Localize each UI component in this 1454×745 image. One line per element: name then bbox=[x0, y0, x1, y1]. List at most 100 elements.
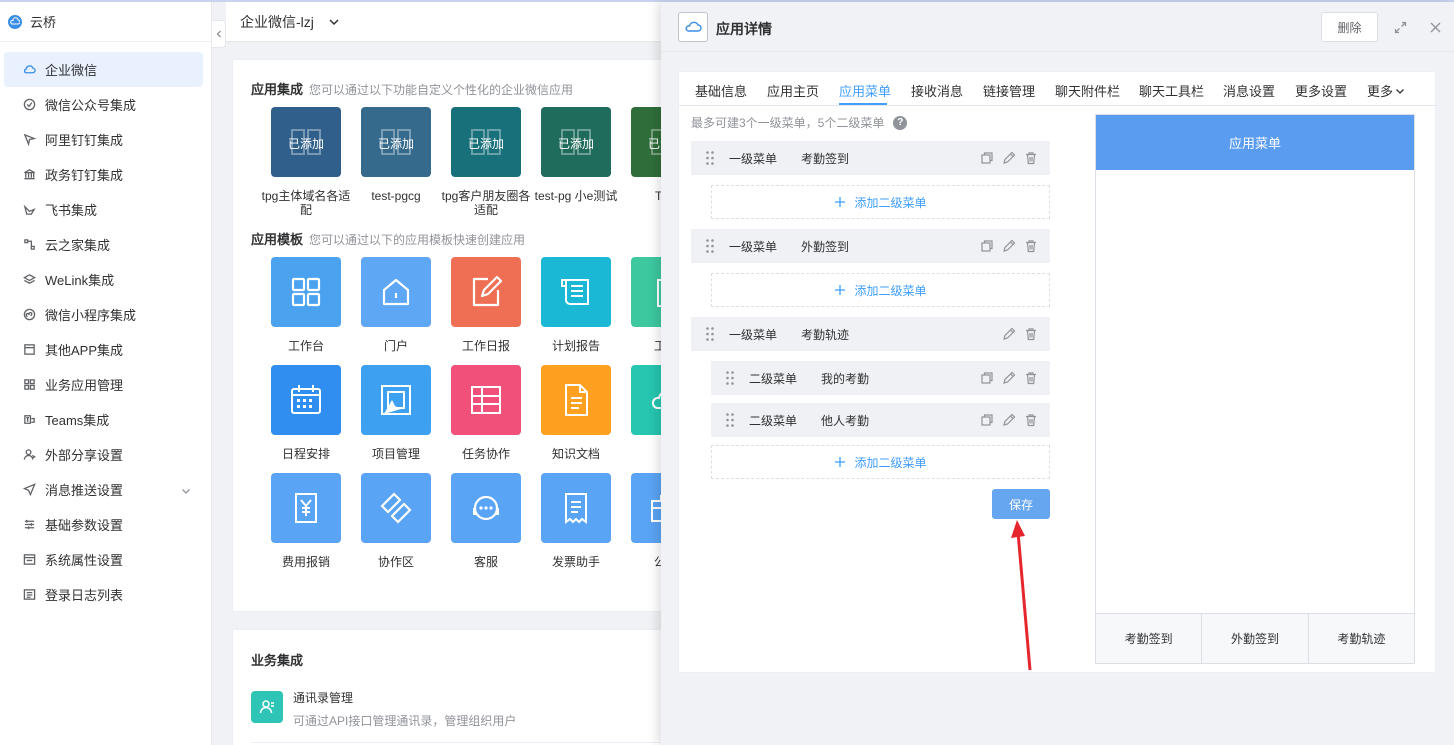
drag-handle-icon[interactable] bbox=[705, 238, 715, 254]
menu-level-label: 二级菜单 bbox=[749, 413, 798, 428]
template-plan-report[interactable]: 计划报告 bbox=[531, 257, 621, 353]
tab-chat-attachment-bar[interactable]: 聊天附件栏 bbox=[1055, 81, 1120, 100]
edit-icon[interactable] bbox=[1002, 371, 1016, 385]
sidebar-item-dingtalk[interactable]: 阿里钉钉集成 bbox=[0, 122, 211, 157]
tab-chat-toolbar[interactable]: 聊天工具栏 bbox=[1139, 81, 1204, 100]
dingtalk-icon bbox=[22, 133, 36, 147]
menu-row-level1[interactable]: 一级菜单 考勤签到 bbox=[691, 141, 1050, 175]
template-workbench[interactable]: 工作台 bbox=[261, 257, 351, 353]
copy-icon[interactable] bbox=[980, 239, 994, 253]
drag-handle-icon[interactable] bbox=[705, 326, 715, 342]
tab-link-management[interactable]: 链接管理 bbox=[983, 81, 1035, 100]
tab-more-settings[interactable]: 更多设置 bbox=[1295, 81, 1347, 100]
template-project[interactable]: 项目管理 bbox=[351, 365, 441, 461]
tab-app-menu[interactable]: 应用菜单 bbox=[839, 81, 891, 100]
copy-icon[interactable] bbox=[980, 413, 994, 427]
integrated-app-tile[interactable]: 已添加 tpg主体域名各适配 bbox=[261, 107, 351, 217]
yunzhijia-icon bbox=[22, 238, 36, 252]
app-tile: 已添加 bbox=[541, 107, 611, 177]
business-item-name[interactable]: 通讯录管理 bbox=[293, 689, 353, 706]
sidebar-item-external-share[interactable]: 外部分享设置 bbox=[0, 437, 211, 472]
sidebar-item-basic-params[interactable]: 基础参数设置 bbox=[0, 507, 211, 542]
integrated-app-tile[interactable]: 已添加 tpg客户朋友圈各适配 bbox=[441, 107, 531, 217]
corp-selector-label[interactable]: 企业微信-lzj bbox=[240, 12, 314, 32]
sidebar-item-teams[interactable]: Teams集成 bbox=[0, 402, 211, 437]
sidebar-item-business-apps[interactable]: 业务应用管理 bbox=[0, 367, 211, 402]
sidebar-item-feishu[interactable]: 飞书集成 bbox=[0, 192, 211, 227]
sidebar-item-yunzhijia[interactable]: 云之家集成 bbox=[0, 227, 211, 262]
chevron-down-icon[interactable] bbox=[328, 16, 340, 28]
sidebar-item-wecom[interactable]: 企业微信 bbox=[4, 52, 203, 87]
drag-handle-icon[interactable] bbox=[705, 150, 715, 166]
tab-more[interactable]: 更多 bbox=[1367, 81, 1405, 100]
tab-app-home[interactable]: 应用主页 bbox=[767, 81, 819, 100]
add-submenu-button[interactable]: 添加二级菜单 bbox=[711, 445, 1050, 479]
preview-menu-item[interactable]: 考勤轨迹 bbox=[1309, 614, 1414, 663]
drag-handle-icon[interactable] bbox=[725, 412, 735, 428]
tab-receive-messages[interactable]: 接收消息 bbox=[911, 81, 963, 100]
sidebar-item-login-log[interactable]: 登录日志列表 bbox=[0, 577, 211, 612]
sidebar-item-label: 基础参数设置 bbox=[45, 518, 124, 533]
template-customer-service[interactable]: 客服 bbox=[441, 473, 531, 569]
menu-row-level1[interactable]: 一级菜单 考勤轨迹 bbox=[691, 317, 1050, 351]
copy-icon[interactable] bbox=[980, 151, 994, 165]
sidebar-item-welink[interactable]: WeLink集成 bbox=[0, 262, 211, 297]
tab-basic-info[interactable]: 基础信息 bbox=[695, 81, 747, 100]
app-label: 协作区 bbox=[377, 555, 414, 569]
integrated-app-tile[interactable]: 已添加 test-pg 小e测试 bbox=[531, 107, 621, 203]
add-submenu-button[interactable]: 添加二级菜单 bbox=[711, 273, 1050, 307]
template-portal[interactable]: 门户 bbox=[351, 257, 441, 353]
sidebar-item-message-push[interactable]: 消息推送设置 bbox=[0, 472, 211, 507]
tab-message-settings[interactable]: 消息设置 bbox=[1223, 81, 1275, 100]
template-knowledge[interactable]: 知识文档 bbox=[531, 365, 621, 461]
add-submenu-button[interactable]: 添加二级菜单 bbox=[711, 185, 1050, 219]
sidebar-item-other-app[interactable]: 其他APP集成 bbox=[0, 332, 211, 367]
drag-handle-icon[interactable] bbox=[725, 370, 735, 386]
sidebar-item-wechat-official[interactable]: 微信公众号集成 bbox=[0, 87, 211, 122]
menu-row-level1[interactable]: 一级菜单 外勤签到 bbox=[691, 229, 1050, 263]
delete-icon[interactable] bbox=[1024, 327, 1038, 341]
delete-icon[interactable] bbox=[1024, 239, 1038, 253]
home-icon bbox=[382, 278, 410, 306]
delete-icon[interactable] bbox=[1024, 151, 1038, 165]
preview-menu-item[interactable]: 考勤签到 bbox=[1096, 614, 1203, 663]
preview-menu-item[interactable]: 外勤签到 bbox=[1202, 614, 1309, 663]
sidebar-item-miniprogram[interactable]: 微信小程序集成 bbox=[0, 297, 211, 332]
business-card: 业务集成 通讯录管理 可通过API接口管理通讯录，管理组织用户 bbox=[232, 629, 672, 745]
integrated-app-tile[interactable]: 已添加 test-pgcg bbox=[351, 107, 441, 203]
template-task-collab[interactable]: 任务协作 bbox=[441, 365, 531, 461]
template-schedule[interactable]: 日程安排 bbox=[261, 365, 351, 461]
edit-icon[interactable] bbox=[1002, 239, 1016, 253]
app-tile bbox=[451, 257, 521, 327]
preview-header: 应用菜单 bbox=[1096, 115, 1414, 170]
help-icon[interactable]: ? bbox=[893, 115, 908, 130]
close-icon[interactable] bbox=[1429, 21, 1443, 35]
sidebar-collapse-button[interactable] bbox=[212, 20, 226, 48]
delete-icon[interactable] bbox=[1024, 371, 1038, 385]
edit-icon[interactable] bbox=[1002, 413, 1016, 427]
template-invoice[interactable]: 发票助手 bbox=[531, 473, 621, 569]
menu-row-level2[interactable]: 二级菜单 我的考勤 bbox=[711, 361, 1050, 395]
row-actions bbox=[1002, 327, 1038, 341]
copy-icon[interactable] bbox=[980, 371, 994, 385]
menu-level-label: 二级菜单 bbox=[749, 371, 798, 386]
template-collab-zone[interactable]: 协作区 bbox=[351, 473, 441, 569]
template-daily-report[interactable]: 工作日报 bbox=[441, 257, 531, 353]
edit-icon[interactable] bbox=[1002, 151, 1016, 165]
sidebar-item-system-props[interactable]: 系统属性设置 bbox=[0, 542, 211, 577]
delete-icon[interactable] bbox=[1024, 413, 1038, 427]
delete-button[interactable]: 删除 bbox=[1321, 12, 1378, 42]
edit-icon[interactable] bbox=[1002, 327, 1016, 341]
row-actions bbox=[980, 151, 1038, 165]
brand[interactable]: 云桥 bbox=[0, 2, 211, 42]
sidebar-item-gov-dingtalk[interactable]: 政务钉钉集成 bbox=[0, 157, 211, 192]
calendar-icon bbox=[291, 385, 321, 414]
contacts-icon[interactable] bbox=[251, 691, 283, 723]
chevron-down-icon bbox=[1395, 84, 1405, 94]
expand-icon[interactable] bbox=[1394, 21, 1408, 35]
save-button[interactable]: 保存 bbox=[992, 489, 1050, 519]
chevron-down-icon[interactable] bbox=[181, 484, 191, 494]
menu-row-level2[interactable]: 二级菜单 他人考勤 bbox=[711, 403, 1050, 437]
app-label: tpg主体域名各适配 bbox=[261, 189, 351, 217]
template-expense[interactable]: 费用报销 bbox=[261, 473, 351, 569]
